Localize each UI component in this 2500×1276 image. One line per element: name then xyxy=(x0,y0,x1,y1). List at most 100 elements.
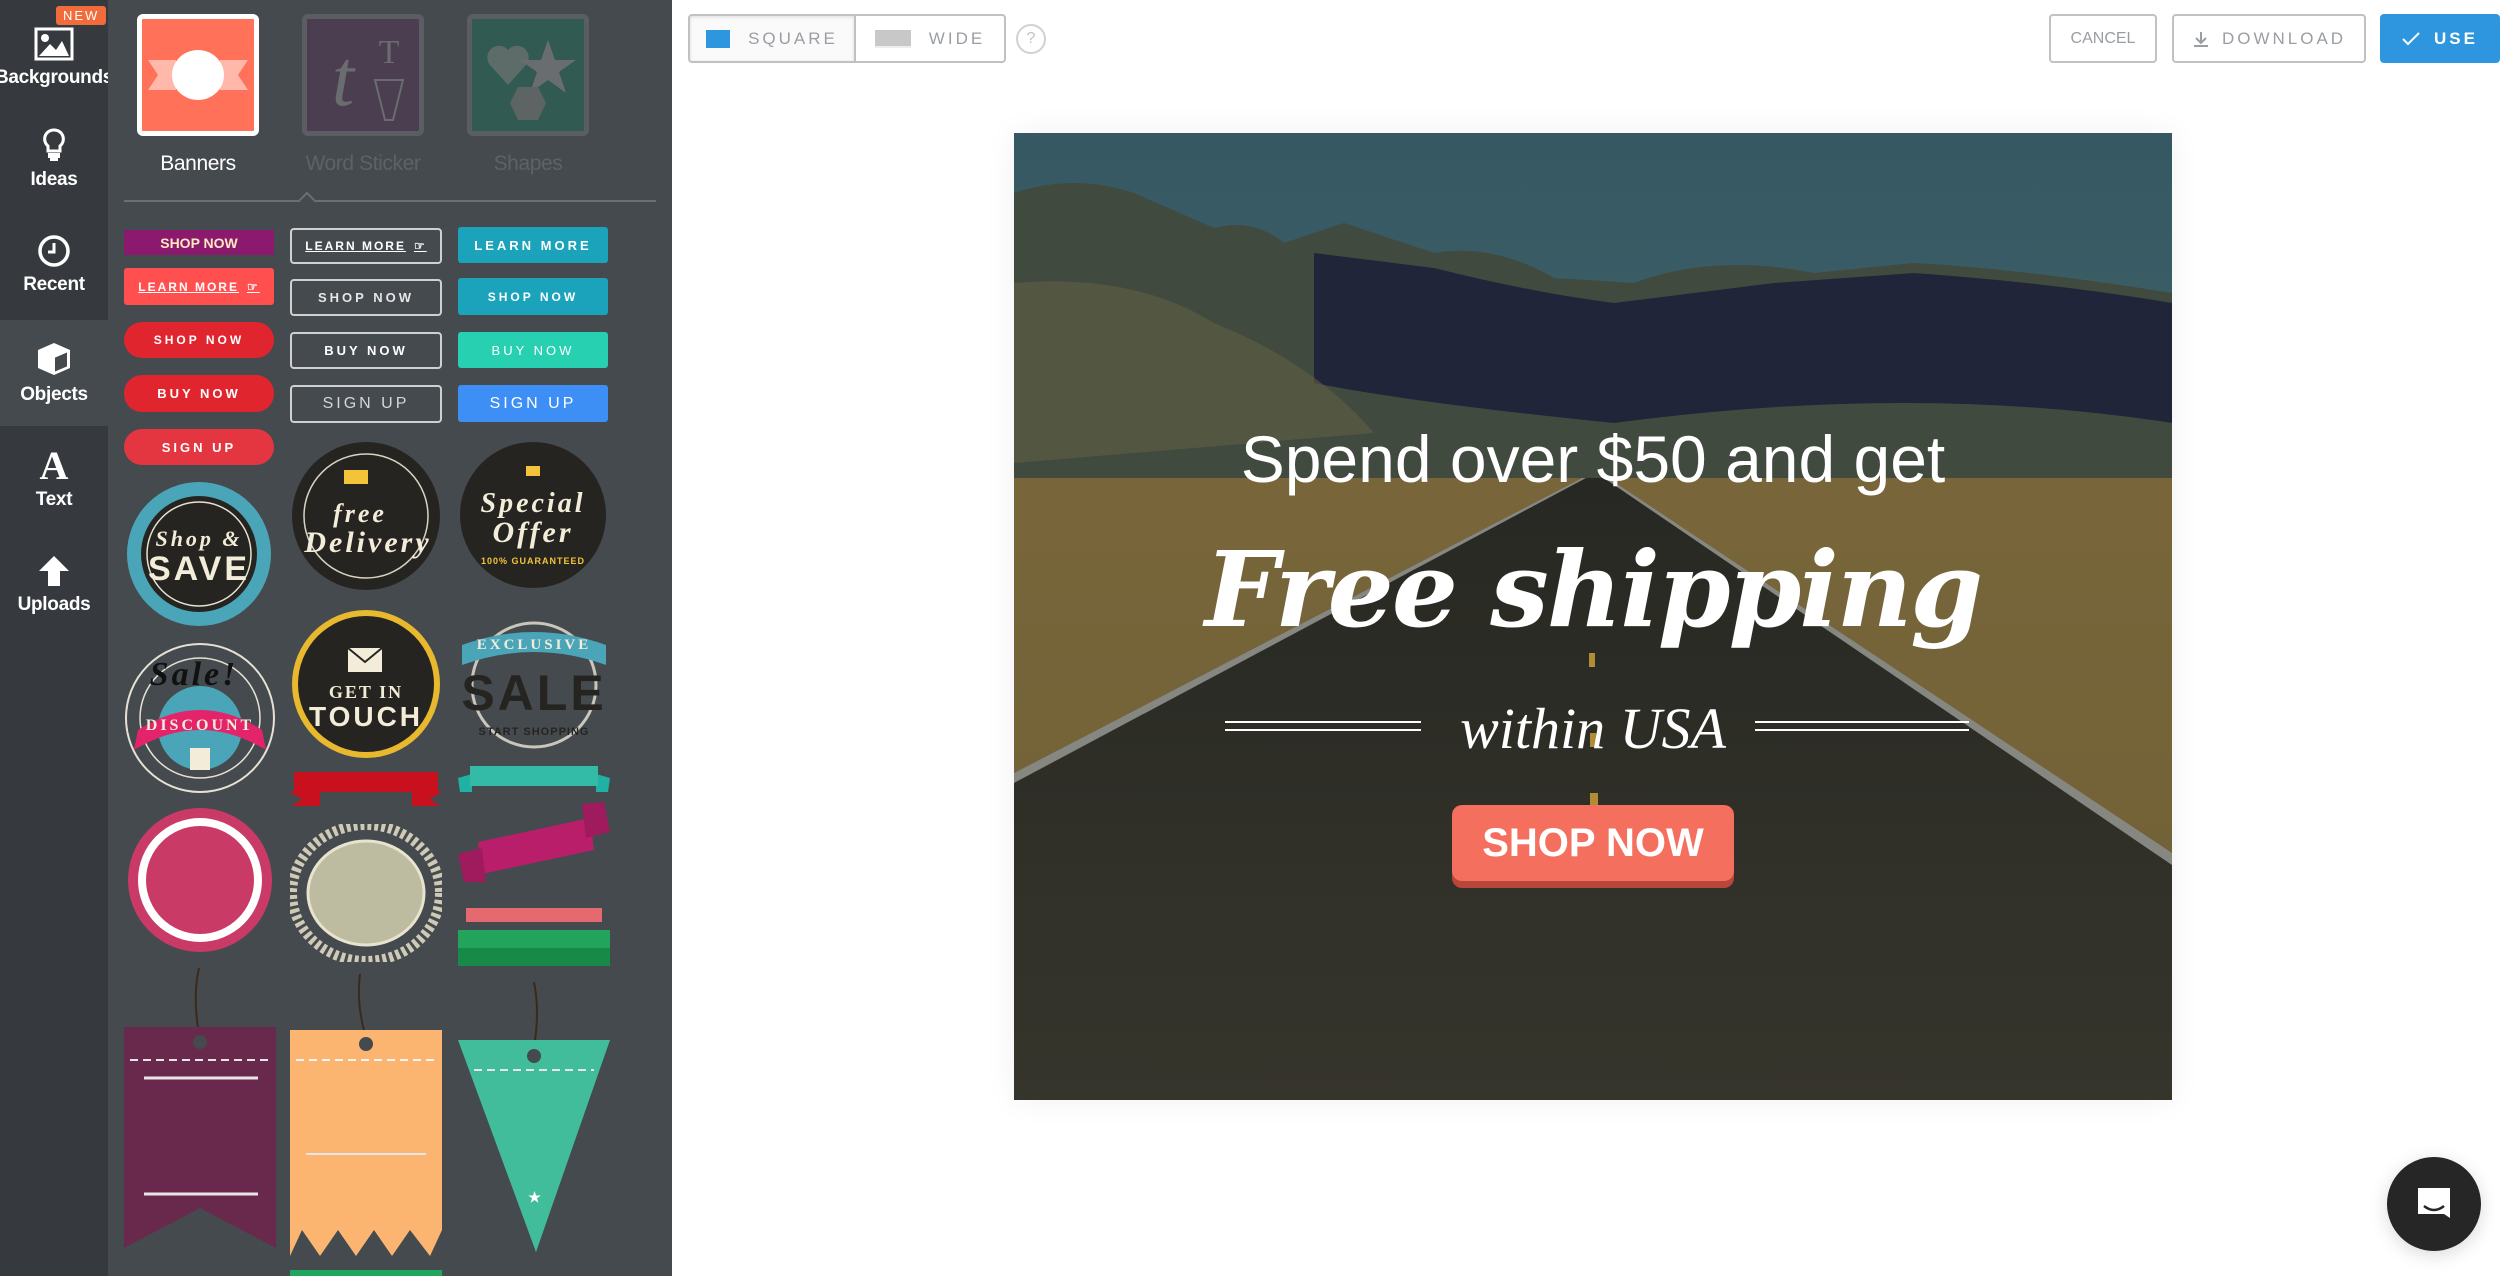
badge-text: TOUCH xyxy=(309,701,423,732)
badge-text: Shop & xyxy=(155,526,242,551)
pointing-hand-icon: ☞ xyxy=(246,279,260,294)
ribbon-magenta-diagonal[interactable] xyxy=(458,802,610,884)
shopping-bag-icon xyxy=(190,748,210,770)
banner-label: SHOP NOW xyxy=(160,234,238,251)
banner-sign-up-blue[interactable]: SIGN UP xyxy=(458,385,608,422)
tag-orange-zigzag[interactable] xyxy=(290,974,442,1256)
banner-label: SHOP NOW xyxy=(487,289,579,304)
ribbon-green-block[interactable] xyxy=(458,930,610,966)
badge-free-delivery[interactable]: free Delivery xyxy=(290,440,442,592)
banner-label: SHOP NOW xyxy=(153,333,245,347)
pointing-hand-icon: ☞ xyxy=(413,239,427,253)
wide-swatch-icon xyxy=(874,29,911,48)
download-icon xyxy=(2193,31,2208,47)
cta-label: SHOP NOW xyxy=(1482,820,1704,865)
banner-sign-up-outline[interactable]: SIGN UP xyxy=(290,385,442,423)
banner-learn-more-teal[interactable]: LEARN MORE xyxy=(458,227,608,263)
canvas-headline[interactable]: Spend over $50 and get xyxy=(1014,421,2172,497)
sidebar-item-recent[interactable]: Recent xyxy=(0,212,108,318)
ribbon-red[interactable] xyxy=(290,772,442,808)
category-label: Word Sticker xyxy=(305,152,421,175)
badge-special-offer[interactable]: Special Offer 100% GUARANTEED xyxy=(458,440,608,590)
help-icon: ? xyxy=(1026,30,1036,47)
help-button[interactable]: ? xyxy=(1016,24,1046,54)
sidebar-item-label: Uploads xyxy=(17,594,91,615)
category-label: Banners xyxy=(160,152,236,175)
objects-panel: Banners tT Word Sticker Shapes SHOP NOW … xyxy=(108,0,672,1276)
wide-format-button[interactable]: WIDE xyxy=(854,14,1006,63)
sidebar-item-uploads[interactable]: Uploads xyxy=(0,532,108,638)
shapes-thumbnail xyxy=(467,14,589,136)
canvas-title[interactable]: Free shipping xyxy=(1014,528,2172,651)
banner-shop-now-ribbon[interactable]: SHOP NOW xyxy=(124,230,274,255)
badge-shape: Shop & SAVE xyxy=(127,482,271,626)
canvas-shop-now-button[interactable]: SHOP NOW xyxy=(1452,805,1734,881)
tag-teal-triangle[interactable]: ★ xyxy=(458,982,610,1252)
badge-shop-and-save[interactable]: Shop & SAVE xyxy=(124,480,274,628)
image-icon xyxy=(34,27,74,61)
ribbon-salmon-thin[interactable] xyxy=(458,908,610,922)
new-badge: NEW xyxy=(56,6,107,25)
banner-label: BUY NOW xyxy=(491,342,575,358)
banners-thumbnail xyxy=(137,14,259,136)
sidebar-item-label: Objects xyxy=(20,384,88,405)
badge-sale-discount[interactable]: DISCOUNT Sale! xyxy=(124,640,276,795)
ribbon-teal[interactable] xyxy=(458,766,610,794)
banner-label: BUY NOW xyxy=(324,343,408,358)
sidebar-item-label: Text xyxy=(35,489,73,510)
badge-shape: GET IN TOUCH xyxy=(292,610,440,758)
canvas-subtitle[interactable]: within USA xyxy=(1014,695,2172,762)
ribbon-shape xyxy=(290,772,442,806)
category-word-sticker[interactable]: tT Word Sticker xyxy=(299,14,427,176)
badge-get-in-touch[interactable]: GET IN TOUCH xyxy=(290,608,442,760)
banner-label: LEARN MORE xyxy=(474,237,592,253)
badge-shape: DISCOUNT Sale! xyxy=(125,643,275,793)
square-format-button[interactable]: SQUARE xyxy=(688,14,856,63)
svg-text:A: A xyxy=(40,447,69,483)
star-icon: ★ xyxy=(528,1189,544,1205)
chat-icon xyxy=(2418,1188,2450,1218)
badge-exclusive-sale[interactable]: EXCLUSIVE SALE START SHOPPING xyxy=(458,605,610,757)
use-label: USE xyxy=(2434,28,2478,48)
category-divider xyxy=(124,200,656,202)
banner-buy-now-outline[interactable]: BUY NOW xyxy=(290,332,442,369)
active-category-indicator xyxy=(298,191,316,209)
banner-buy-now-pill[interactable]: BUY NOW xyxy=(124,375,274,412)
banner-shop-now-pill[interactable]: SHOP NOW xyxy=(124,322,274,358)
svg-text:t: t xyxy=(332,35,356,123)
banner-shop-now-teal[interactable]: SHOP NOW xyxy=(458,278,608,315)
banner-sign-up-pill[interactable]: SIGN UP xyxy=(124,429,274,465)
frame-ornate-oval[interactable] xyxy=(290,824,442,962)
badge-shape: Special Offer 100% GUARANTEED xyxy=(460,442,606,588)
badge-shape: EXCLUSIVE SALE START SHOPPING xyxy=(461,621,606,749)
banner-label: BUY NOW xyxy=(157,386,241,401)
badge-wavy-pink[interactable] xyxy=(124,808,276,953)
badge-text: SALE xyxy=(461,665,606,721)
tag-purple-swallowtail[interactable] xyxy=(124,968,276,1248)
banner-buy-now-mint[interactable]: BUY NOW xyxy=(458,332,608,368)
next-object-partial[interactable] xyxy=(290,1270,442,1276)
sidebar-item-objects[interactable]: Objects xyxy=(0,320,108,426)
clock-icon xyxy=(38,235,70,267)
badge-text: GET IN xyxy=(329,682,403,702)
banner-label: SHOP NOW xyxy=(318,290,414,305)
frame-shape xyxy=(290,824,442,962)
ribbon-shape xyxy=(458,802,610,882)
truck-icon xyxy=(344,470,368,484)
category-banners[interactable]: Banners xyxy=(134,14,262,176)
chat-launcher-button[interactable] xyxy=(2387,1157,2481,1251)
cancel-button[interactable]: CANCEL xyxy=(2049,14,2157,63)
sidebar-item-text[interactable]: A Text xyxy=(0,426,108,532)
badge-shape xyxy=(128,808,272,952)
sidebar-item-ideas[interactable]: Ideas xyxy=(0,106,108,212)
badge-text: SAVE xyxy=(148,550,250,588)
banner-learn-more-outline[interactable]: LEARN MORE ☞ xyxy=(290,228,442,264)
cube-icon xyxy=(38,343,70,375)
download-button[interactable]: DOWNLOAD xyxy=(2172,14,2366,63)
design-canvas[interactable]: Spend over $50 and get Free shipping wit… xyxy=(1014,133,2172,1100)
banner-learn-more-red[interactable]: LEARN MORE ☞ xyxy=(124,268,274,305)
use-button[interactable]: USE xyxy=(2380,14,2500,63)
banner-shop-now-outline[interactable]: SHOP NOW xyxy=(290,279,442,316)
ribbon-shape xyxy=(466,908,602,922)
category-shapes[interactable]: Shapes xyxy=(464,14,592,176)
